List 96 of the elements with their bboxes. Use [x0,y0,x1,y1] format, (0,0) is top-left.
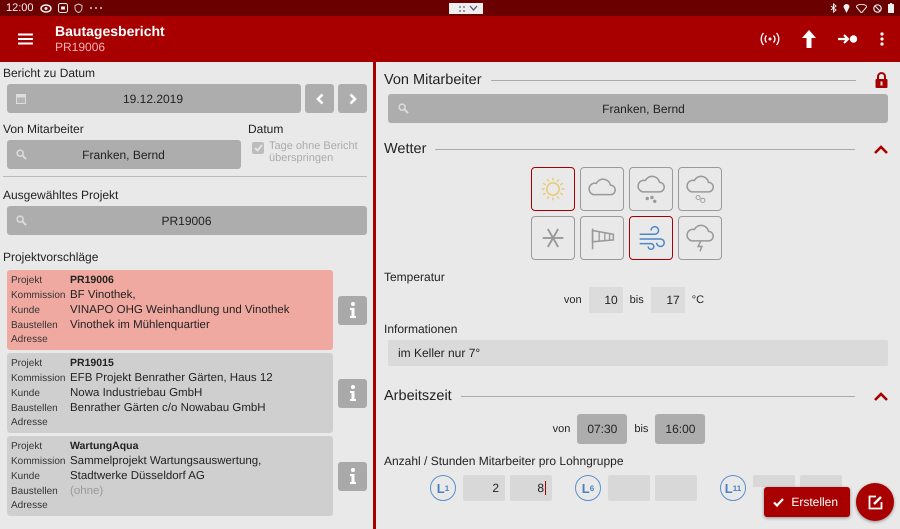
field-value: PR19006 [70,273,115,287]
info-icon [350,302,356,318]
search-icon [16,215,27,226]
field-value: EFB Projekt Benrather Gärten, Haus 12 [70,371,274,385]
app-subtitle: PR19006 [55,40,106,55]
project-suggestion-card[interactable]: Projekt PR19015 Kommission EFB Projekt Benrather Gärten, Haus 12 Kunde Nowa Industriebau GmbH Baustellen Adresse Benrather Gärten c/o Nowabau GmbH [7,353,333,433]
edit-fab-button[interactable] [856,483,894,521]
keyboard-toggle-icon[interactable] [449,2,484,14]
section-title: Von Mitarbeiter [384,72,482,88]
field-value: PR19015 [70,356,115,370]
more-dots-icon [88,6,103,10]
field-label: Projekt [11,357,44,371]
field-label: Kommission [11,372,66,386]
field-label: Kommission [11,455,66,469]
field-label: Kunde [11,470,41,484]
checkbox-label: Tage ohne Bericht überspringen [269,140,359,164]
temperature-min-field[interactable]: 10 [588,287,623,313]
lock-icon[interactable] [875,72,888,88]
location-icon [843,3,850,13]
create-button[interactable]: Erstellen [764,487,850,517]
status-time: 12:00 [6,2,34,14]
field-label: Kommission [11,289,66,303]
search-icon [16,149,27,160]
from-label: von [552,423,570,435]
field-label: Kunde [11,387,41,401]
field-label: Von Mitarbeiter [3,122,85,136]
info-button[interactable] [338,462,367,490]
shield-icon [74,3,83,13]
menu-icon[interactable] [18,33,33,45]
field-label: Ausgewähltes Projekt [3,188,120,202]
field-label: Temperatur [384,270,446,284]
upload-arrow-icon[interactable] [802,30,816,48]
field-label: Baustellen Adresse [11,402,59,430]
do-not-disturb-icon [873,4,882,12]
info-icon [350,385,356,401]
field-label: Projekt [11,274,44,288]
employee-search-field[interactable]: Franken, Bernd [7,140,241,169]
next-day-button[interactable] [338,84,367,113]
edit-icon [868,494,882,510]
end-time-field[interactable]: 16:00 [655,414,706,444]
bluetooth-icon [830,3,837,13]
field-label: Datum [248,122,284,136]
info-button[interactable] [338,296,367,324]
weather-option[interactable] [530,167,574,211]
field-value: Vinothek im Mühlenquartier [70,318,211,332]
wifi-icon [856,4,867,12]
to-label: bis [630,294,644,306]
unit-label: °C [692,294,704,306]
battery-icon [888,3,894,13]
field-label: Kunde [11,304,41,318]
hours-field[interactable]: 8 [510,475,552,501]
field-value: WartungAqua [70,439,140,453]
chevron-left-icon [316,92,324,104]
field-label: Bericht zu Datum [3,66,96,80]
checkmark-icon [773,498,784,506]
chevron-right-icon [348,92,356,104]
information-field[interactable]: im Keller nur 7° [388,340,888,366]
field-value: BF Vinothek, [70,288,137,302]
section-label: Projektvorschläge [3,250,100,264]
field-label: Informationen [384,322,458,336]
field-value: Stadtwerke Düsseldorf AG [70,469,206,483]
info-button[interactable] [338,378,367,408]
chevron-up-icon[interactable] [874,392,888,400]
chevron-up-icon[interactable] [874,144,888,154]
field-label: Anzahl / Stunden Mitarbeiter pro Lohngruppe [384,454,624,468]
previous-day-button[interactable] [305,84,334,113]
field-value: Sammelprojekt Wartungsauswertung, [70,454,262,468]
calendar-icon [16,94,26,104]
search-icon [398,103,409,114]
employee-count-field[interactable] [753,475,795,487]
section-title: Wetter [384,141,426,157]
more-options-icon[interactable] [880,32,884,46]
weather-option[interactable] [628,216,672,260]
eye-icon [40,4,52,12]
to-label: bis [634,423,648,435]
field-value: VINAPO OHG Weinhandlung und Vinothek [70,303,290,317]
from-label: von [564,294,582,306]
info-icon [350,468,356,484]
employee-count-field[interactable]: 2 [463,475,505,501]
app-notification-icon [58,3,68,13]
project-suggestion-card[interactable]: Projekt PR19006 Kommission BF Vinothek, Kunde VINAPO OHG Weinhandlung und Vinothek Baustellen Adresse Vinothek im Mühlenquartier [7,270,333,350]
section-title: Arbeitszeit [384,388,452,404]
field-label: Baustellen Adresse [11,485,59,513]
field-value: Benrather Gärten c/o Nowabau GmbH [70,401,267,415]
hours-field[interactable] [800,475,842,487]
start-time-field[interactable]: 07:30 [577,414,628,444]
sign-in-arrow-icon[interactable] [838,33,858,45]
temperature-max-field[interactable]: 17 [650,287,685,313]
signal-broadcast-icon[interactable] [760,32,780,46]
field-value: Nowa Industriebau GmbH [70,386,204,400]
field-label: Projekt [11,440,44,454]
date-field[interactable]: 19.12.2019 [7,84,301,113]
app-title: Bautagesbericht [55,23,166,40]
project-search-field[interactable]: PR19006 [7,206,367,235]
employee-search-field[interactable]: Franken, Bernd [388,94,888,123]
field-label: Baustellen Adresse [11,319,59,347]
